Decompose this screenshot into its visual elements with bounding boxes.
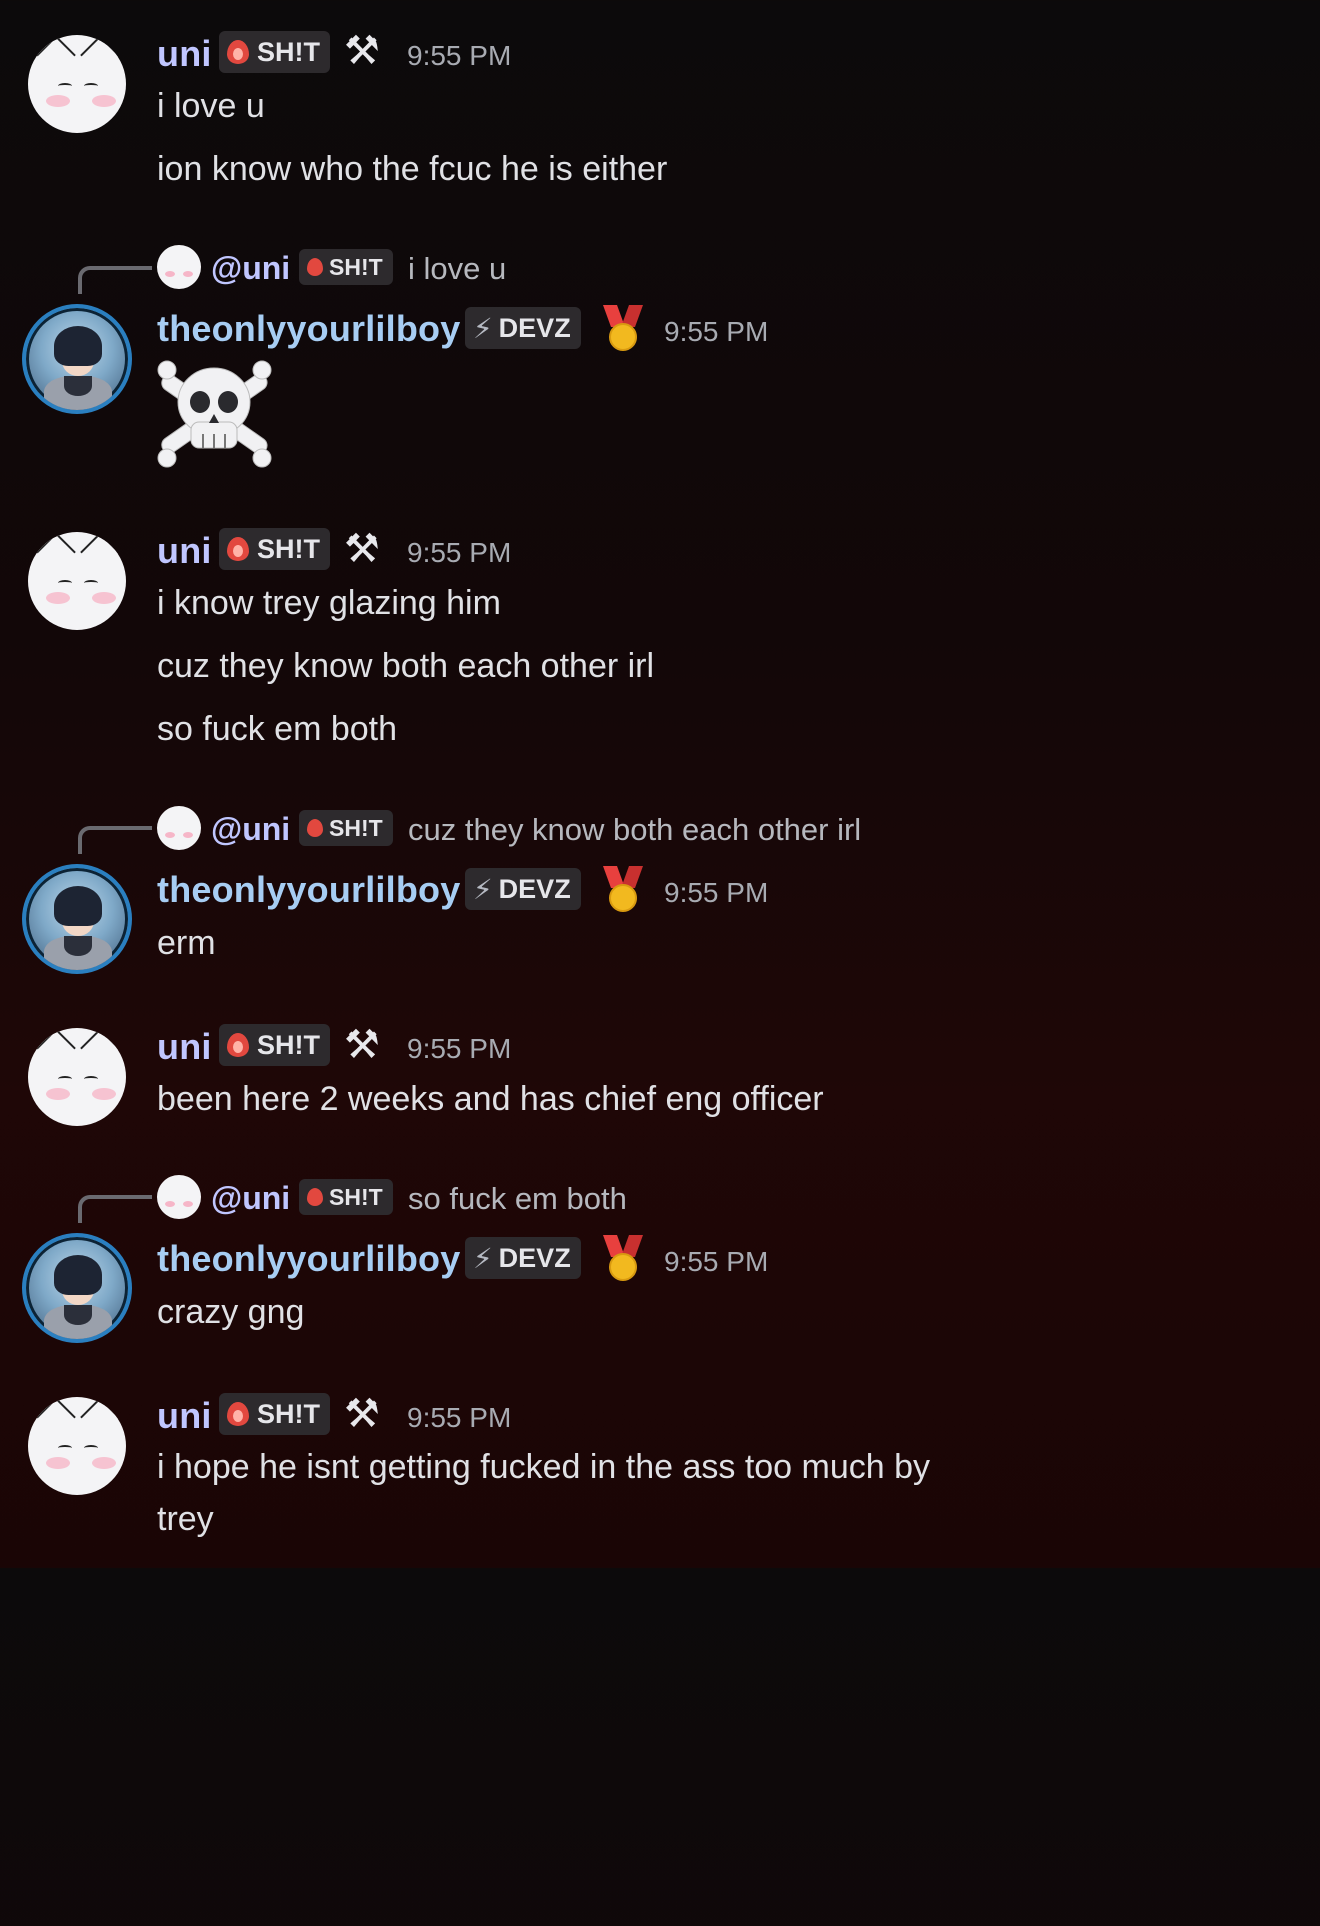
reply-mention[interactable]: @uni bbox=[211, 1180, 290, 1217]
message-text: erm bbox=[157, 924, 216, 962]
reply-role-tag: SH!T bbox=[299, 1179, 393, 1215]
message-text: so fuck em both bbox=[157, 710, 398, 748]
message-text: crazy gng bbox=[157, 1293, 305, 1331]
role-tag[interactable]: ⚡ DEVZ bbox=[465, 307, 581, 349]
theonlyyourlilboy-avatar[interactable] bbox=[22, 1233, 132, 1343]
skull-and-crossbones-emoji bbox=[157, 360, 272, 468]
message-text: i know trey glazing him bbox=[157, 584, 501, 622]
reply-connector bbox=[78, 1195, 152, 1223]
tag-label: SH!T bbox=[257, 533, 320, 564]
role-tag[interactable]: SH!T bbox=[219, 1024, 330, 1066]
theonlyyourlilboy-avatar[interactable] bbox=[22, 864, 132, 974]
uni-avatar[interactable] bbox=[28, 1028, 126, 1126]
timestamp: 9:55 PM bbox=[407, 537, 512, 568]
reply-avatar[interactable] bbox=[157, 806, 201, 850]
message-text: ion know who the fcuc he is either bbox=[157, 150, 668, 188]
lightning-icon: ⚡ bbox=[473, 1241, 493, 1275]
theonlyyourlilboy-avatar[interactable] bbox=[22, 304, 132, 414]
role-tag[interactable]: SH!T bbox=[219, 1393, 330, 1435]
hammer-and-pick-icon: ⚒ bbox=[344, 526, 380, 572]
role-tag[interactable]: ⚡ DEVZ bbox=[465, 1237, 581, 1279]
fire-icon bbox=[227, 1033, 249, 1057]
tag-label: SH!T bbox=[257, 1398, 320, 1429]
tag-label: SH!T bbox=[257, 1029, 320, 1060]
reply-preview-text[interactable]: cuz they know both each other irl bbox=[408, 812, 861, 848]
hammer-and-pick-icon: ⚒ bbox=[344, 1391, 380, 1437]
reply-preview-text[interactable]: i love u bbox=[408, 251, 506, 287]
lightning-icon: ⚡ bbox=[473, 872, 493, 906]
reply-role-tag: SH!T bbox=[299, 249, 393, 285]
timestamp: 9:55 PM bbox=[407, 40, 512, 71]
role-tag[interactable]: SH!T bbox=[219, 528, 330, 570]
uni-avatar[interactable] bbox=[28, 532, 126, 630]
author-name[interactable]: theonlyyourlilboy bbox=[157, 1238, 460, 1280]
message-text: i hope he isnt getting fucked in the ass… bbox=[157, 1448, 931, 1486]
author-name[interactable]: uni bbox=[157, 1395, 212, 1437]
uni-avatar[interactable] bbox=[28, 35, 126, 133]
lightning-icon: ⚡ bbox=[473, 311, 493, 345]
reply-avatar[interactable] bbox=[157, 245, 201, 289]
fire-icon bbox=[227, 537, 249, 561]
author-name[interactable]: uni bbox=[157, 33, 212, 75]
message-text: cuz they know both each other irl bbox=[157, 647, 655, 685]
hammer-and-pick-icon: ⚒ bbox=[344, 1022, 380, 1068]
author-name[interactable]: theonlyyourlilboy bbox=[157, 869, 460, 911]
medal-icon bbox=[602, 866, 644, 914]
reply-connector bbox=[78, 266, 152, 294]
reply-role-tag: SH!T bbox=[299, 810, 393, 846]
fire-icon bbox=[307, 819, 323, 837]
hammer-and-pick-icon: ⚒ bbox=[344, 28, 380, 74]
timestamp: 9:55 PM bbox=[664, 877, 769, 908]
message-text: i love u bbox=[157, 87, 265, 125]
author-name[interactable]: uni bbox=[157, 530, 212, 572]
reply-connector bbox=[78, 826, 152, 854]
timestamp: 9:55 PM bbox=[407, 1033, 512, 1064]
reply-preview-text[interactable]: so fuck em both bbox=[408, 1181, 627, 1217]
tag-label: DEVZ bbox=[498, 1242, 571, 1273]
tag-label: DEVZ bbox=[498, 873, 571, 904]
fire-icon bbox=[307, 1188, 323, 1206]
uni-avatar[interactable] bbox=[28, 1397, 126, 1495]
fire-icon bbox=[227, 40, 249, 64]
timestamp: 9:55 PM bbox=[407, 1402, 512, 1433]
role-tag[interactable]: SH!T bbox=[219, 31, 330, 73]
medal-icon bbox=[602, 305, 644, 353]
author-name[interactable]: uni bbox=[157, 1026, 212, 1068]
tag-label: SH!T bbox=[257, 36, 320, 67]
reply-mention[interactable]: @uni bbox=[211, 250, 290, 287]
role-tag[interactable]: ⚡ DEVZ bbox=[465, 868, 581, 910]
message-text: been here 2 weeks and has chief eng offi… bbox=[157, 1080, 824, 1118]
tag-label: DEVZ bbox=[498, 312, 571, 343]
message-text: trey bbox=[157, 1500, 214, 1538]
fire-icon bbox=[307, 258, 323, 276]
reply-avatar[interactable] bbox=[157, 1175, 201, 1219]
medal-icon bbox=[602, 1235, 644, 1283]
reply-mention[interactable]: @uni bbox=[211, 811, 290, 848]
timestamp: 9:55 PM bbox=[664, 1246, 769, 1277]
author-name[interactable]: theonlyyourlilboy bbox=[157, 308, 460, 350]
timestamp: 9:55 PM bbox=[664, 316, 769, 347]
fire-icon bbox=[227, 1402, 249, 1426]
